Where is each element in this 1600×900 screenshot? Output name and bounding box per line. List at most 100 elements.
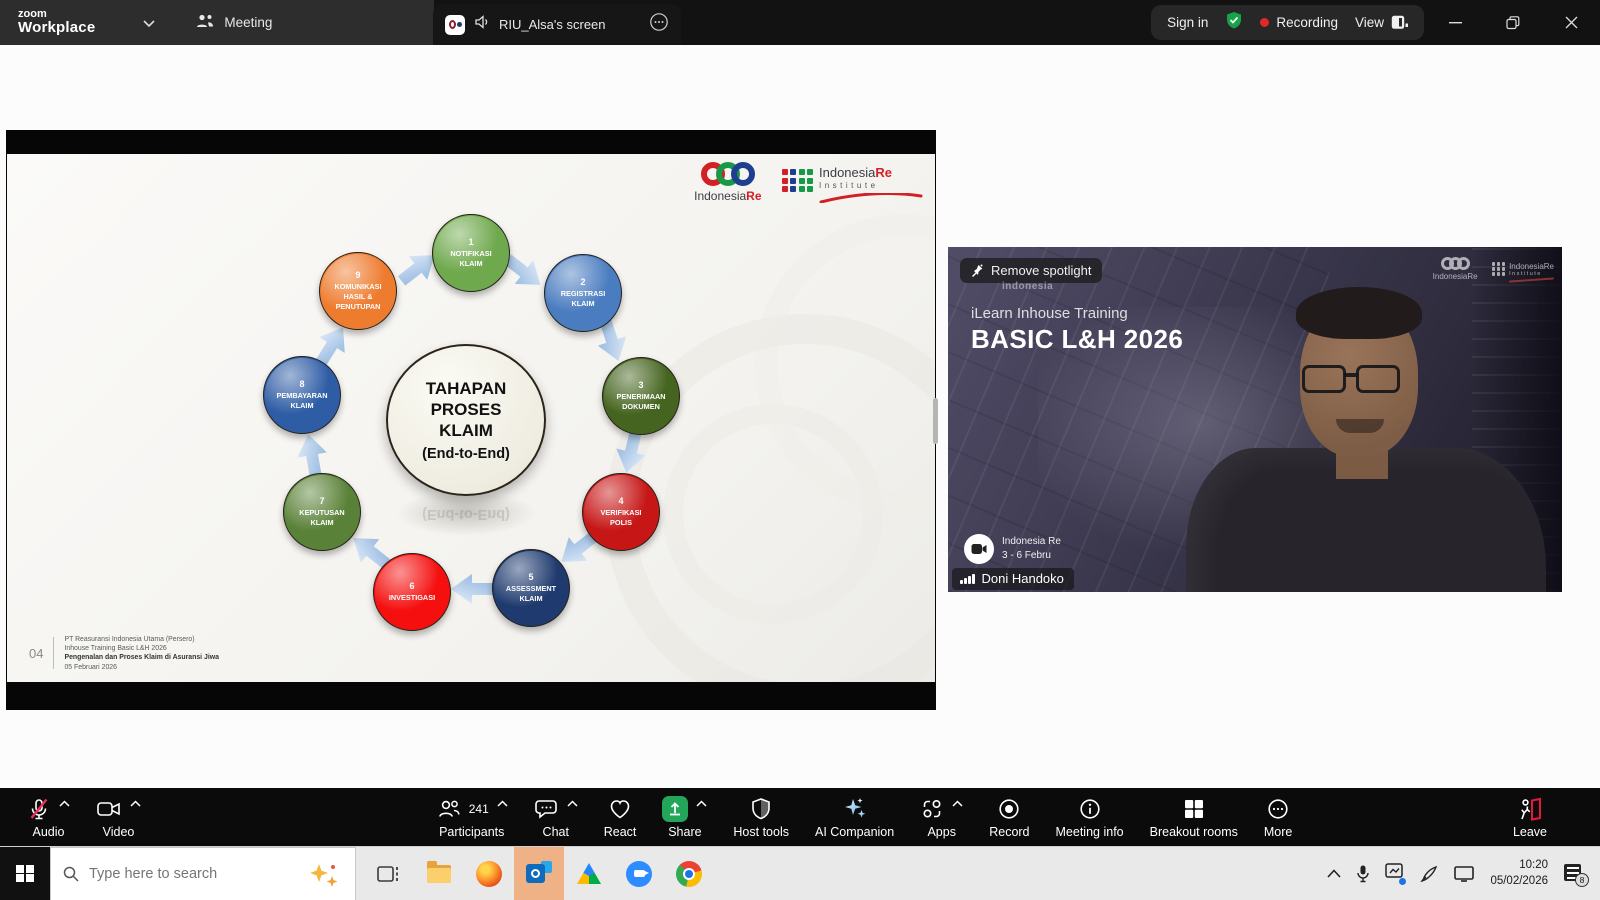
close-button[interactable]	[1542, 0, 1600, 45]
taskbar-clock[interactable]: 10:20 05/02/2026	[1490, 858, 1548, 889]
record-icon	[997, 797, 1021, 821]
more-button[interactable]: More	[1251, 795, 1305, 839]
camera-badge-icon	[964, 534, 994, 564]
divider-handle[interactable]	[933, 398, 938, 444]
notification-count-badge: 8	[1575, 873, 1589, 887]
diagram-step-9: 9KOMUNIKASI HASIL & PENUTUPAN	[319, 252, 397, 330]
pin-icon	[971, 264, 984, 278]
breakout-rooms-icon	[1182, 797, 1206, 821]
tab-meeting-label: Meeting	[224, 15, 272, 30]
tray-screenshare-icon[interactable]	[1385, 863, 1404, 884]
taskbar-search[interactable]	[50, 847, 356, 900]
chevron-down-icon[interactable]	[143, 14, 155, 32]
taskbar-apps	[364, 847, 714, 900]
tab-meeting[interactable]: Meeting	[195, 13, 272, 32]
signal-bars-icon	[960, 574, 975, 584]
partial-logo-text: indonesia	[1002, 281, 1053, 292]
search-highlights-icon[interactable]	[305, 862, 345, 888]
file-explorer-icon[interactable]	[414, 847, 464, 900]
diagram-step-6: 6INVESTIGASI	[373, 553, 451, 631]
start-button[interactable]	[0, 847, 50, 900]
share-button[interactable]: Share	[649, 795, 720, 839]
camera-icon	[96, 797, 122, 821]
share-options-chevron[interactable]	[696, 800, 707, 807]
restore-button[interactable]	[1484, 0, 1542, 45]
record-button[interactable]: Record	[976, 795, 1042, 839]
minimize-button[interactable]	[1426, 0, 1484, 45]
tab-shared-screen[interactable]: RIU_Alsa's screen	[433, 4, 681, 45]
diagram-center-circle: TAHAPAN PROSES KLAIM (End-to-End)	[386, 344, 546, 496]
search-input[interactable]	[89, 866, 259, 882]
chat-button[interactable]: Chat	[521, 795, 591, 839]
host-tools-button[interactable]: Host tools	[720, 795, 802, 839]
firefox-icon[interactable]	[464, 847, 514, 900]
react-button[interactable]: React	[591, 795, 650, 839]
video-button[interactable]: Video	[83, 795, 154, 839]
video-overlay-logos: IndonesiaRe IndonesiaRe Institute	[1433, 257, 1554, 281]
sign-in-button[interactable]: Sign in	[1167, 15, 1208, 30]
center-reflection-text: (End-to-End)	[386, 506, 546, 522]
tray-pen-icon[interactable]	[1420, 865, 1438, 883]
training-title-overlay: iLearn Inhouse Training BASIC L&H 2026	[971, 305, 1183, 355]
clock-date: 05/02/2026	[1490, 874, 1548, 890]
screen-share-app-icon	[445, 15, 465, 35]
breakout-rooms-button[interactable]: Breakout rooms	[1137, 795, 1251, 839]
indonesia-re-institute-logo: IndonesiaRe Institute	[782, 162, 924, 208]
zoom-meeting-window: zoom Workplace Meeting RIU_Alsa's screen	[0, 0, 1600, 900]
notifications-button[interactable]: 8	[1564, 864, 1586, 884]
recording-label: Recording	[1276, 15, 1338, 30]
participants-count: 241	[469, 802, 489, 816]
audio-options-chevron[interactable]	[59, 800, 70, 807]
diagram-step-3: 3PENERIMAAN DOKUMEN	[602, 357, 680, 435]
meeting-info-button[interactable]: Meeting info	[1043, 795, 1137, 839]
system-tray: 10:20 05/02/2026 8	[1327, 858, 1600, 889]
windows-logo-icon	[16, 865, 34, 883]
chat-icon	[534, 797, 559, 821]
recording-indicator[interactable]: Recording	[1260, 15, 1338, 30]
leave-button[interactable]: Leave	[1500, 795, 1560, 839]
participants-options-chevron[interactable]	[497, 800, 508, 807]
outlook-icon[interactable]	[514, 847, 564, 900]
slide-page-number: 04	[29, 646, 43, 661]
diagram-step-5: 5ASSESSMENT KLAIM	[492, 549, 570, 627]
flow-arrow-icon	[294, 432, 331, 479]
chat-options-chevron[interactable]	[567, 800, 578, 807]
apps-button[interactable]: Apps	[907, 795, 976, 839]
ai-companion-button[interactable]: AI Companion	[802, 795, 907, 839]
view-label: View	[1355, 15, 1384, 30]
tray-expand-chevron[interactable]	[1327, 869, 1341, 878]
view-button[interactable]: View	[1355, 15, 1408, 30]
zoom-app-icon[interactable]	[614, 847, 664, 900]
video-options-chevron[interactable]	[130, 800, 141, 807]
participants-button[interactable]: 241 Participants	[423, 795, 521, 839]
participants-icon	[436, 797, 462, 821]
remove-spotlight-button[interactable]: Remove spotlight	[960, 258, 1102, 283]
glasses-icon	[1302, 365, 1346, 393]
apps-options-chevron[interactable]	[952, 800, 963, 807]
microphone-muted-icon	[27, 797, 51, 821]
diagram-step-7: 7KEPUTUSAN KLAIM	[283, 473, 361, 551]
shared-screen-frame: IndonesiaRe IndonesiaRe Institute	[6, 130, 936, 710]
shield-icon	[750, 797, 772, 821]
chrome-icon[interactable]	[664, 847, 714, 900]
leave-door-icon	[1516, 796, 1543, 822]
diagram-step-8: 8PEMBAYARAN KLAIM	[263, 356, 341, 434]
tray-display-icon[interactable]	[1454, 866, 1474, 882]
audio-button[interactable]: Audio	[14, 795, 83, 839]
share-screen-icon	[662, 796, 688, 822]
more-icon	[1266, 797, 1290, 821]
google-drive-icon[interactable]	[564, 847, 614, 900]
info-icon	[1078, 797, 1102, 821]
view-layout-icon	[1391, 15, 1408, 30]
security-shield-icon[interactable]	[1225, 11, 1243, 35]
slide-footer: 04 PT Reasuransi Indonesia Utama (Perser…	[29, 635, 219, 672]
tab-options-icon[interactable]	[649, 12, 669, 37]
diagram-step-2: 2REGISTRASI KLAIM	[544, 254, 622, 332]
clock-time: 10:20	[1490, 858, 1548, 874]
task-view-button[interactable]	[364, 847, 414, 900]
tray-microphone-icon[interactable]	[1357, 865, 1369, 883]
meeting-toolbar: Audio Video 241 Participants Chat	[0, 788, 1600, 846]
tab-shared-screen-label: RIU_Alsa's screen	[499, 17, 640, 32]
video-tile-doni-handoko: IndonesiaRe IndonesiaRe Institute Remove…	[948, 247, 1562, 592]
titlebar-left: zoom Workplace Meeting	[0, 0, 434, 45]
